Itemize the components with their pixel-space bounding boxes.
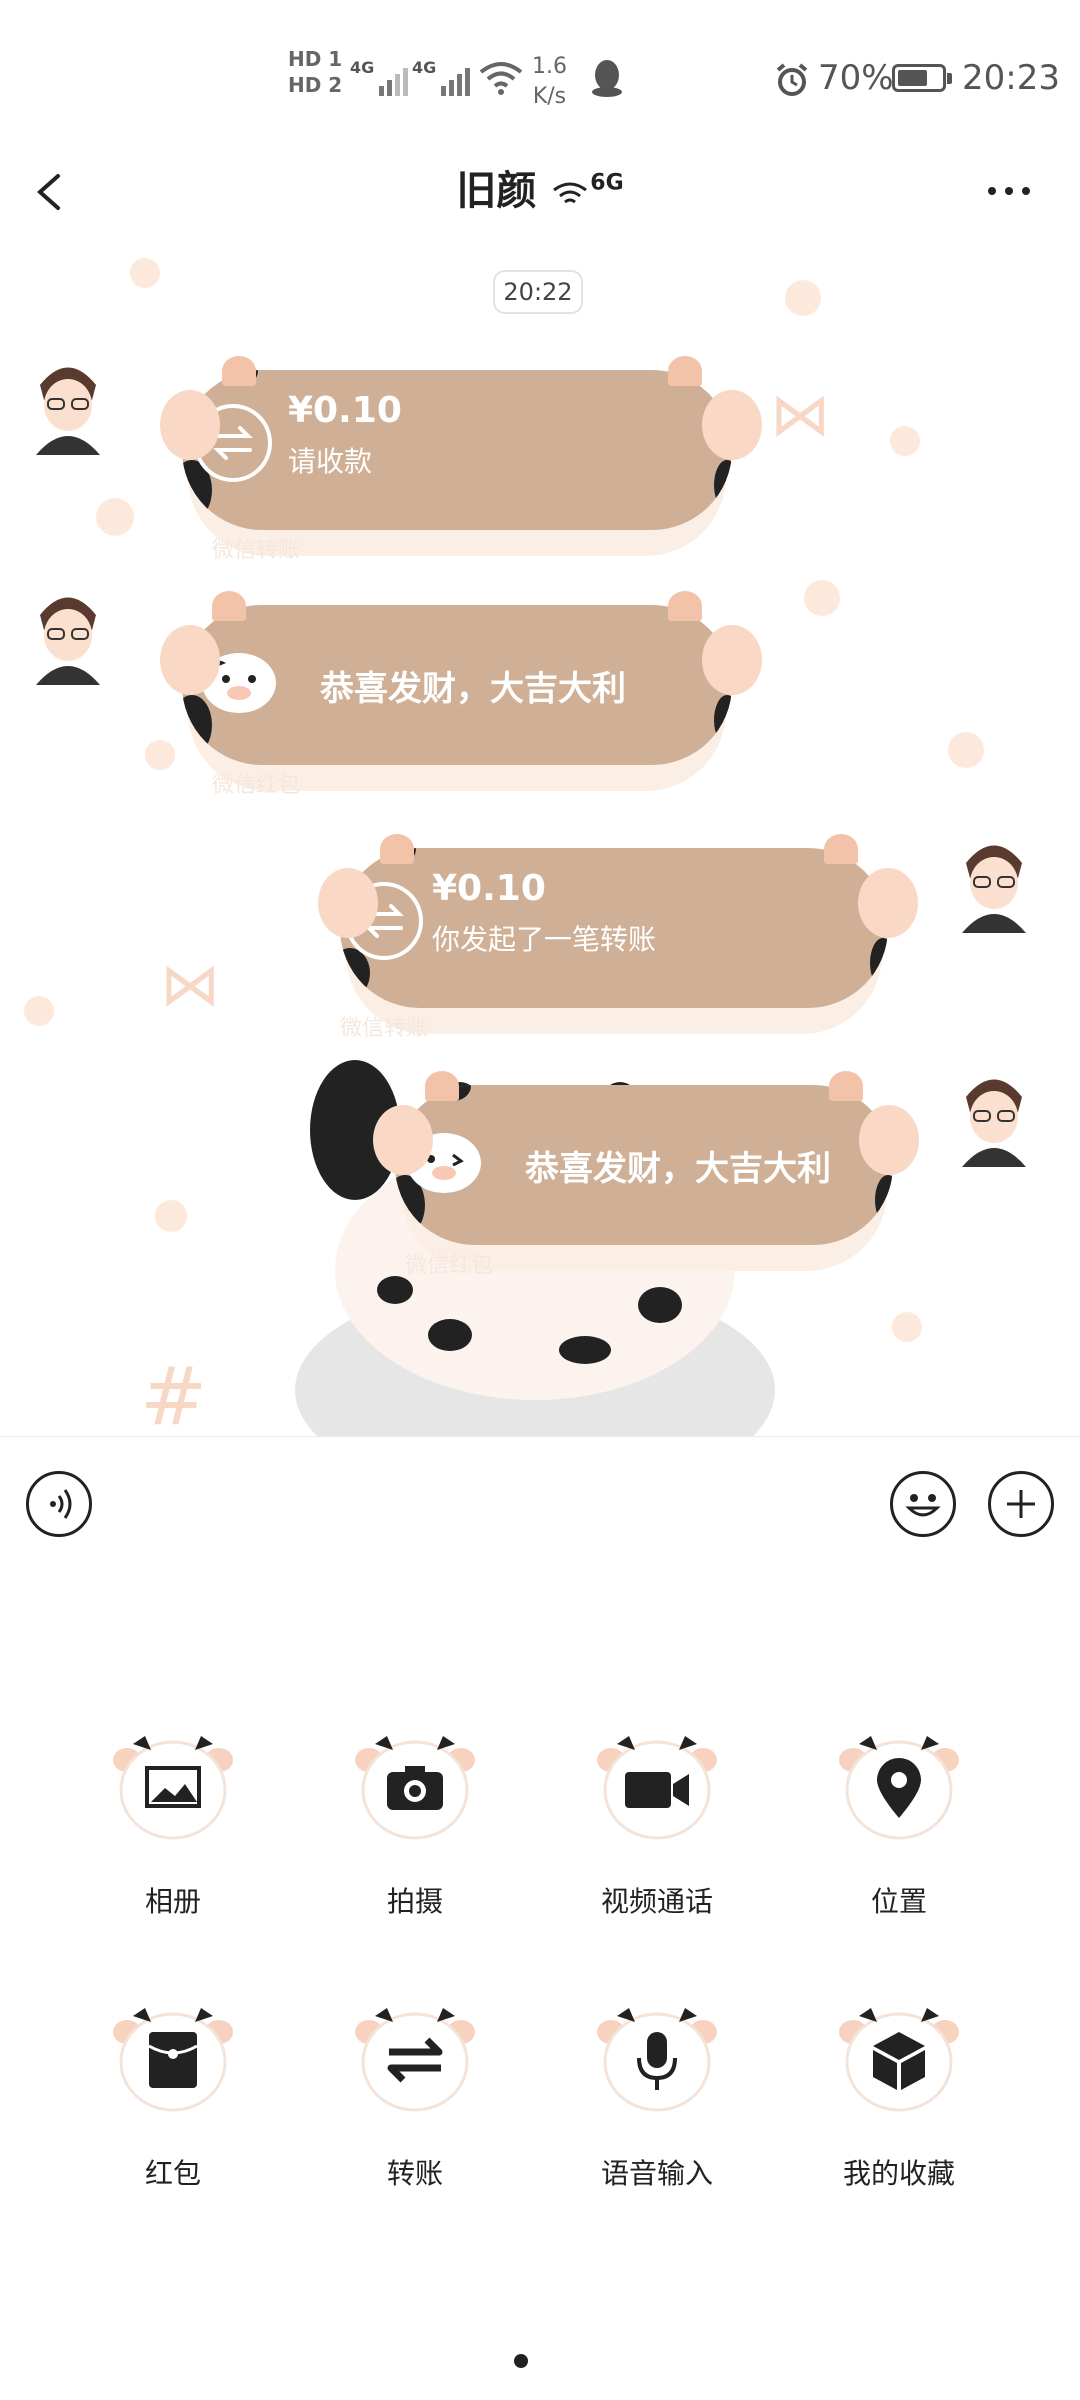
red-packet-greeting: 恭喜发财，大吉大利 — [320, 669, 626, 709]
contact-avatar[interactable] — [30, 585, 106, 685]
clock: 20:23 — [962, 58, 1060, 98]
more-functions-button[interactable] — [988, 1471, 1054, 1537]
status-bar: HD 1 HD 2 4G 4G 1.6 K/s 70% 20:23 — [0, 0, 1080, 150]
transfer-button[interactable]: 转账 — [310, 2002, 510, 2202]
transfer-status: 请收款 — [288, 445, 373, 478]
message-timestamp: 20:22 — [493, 270, 583, 314]
camera-icon — [355, 1736, 475, 1840]
cube-icon — [839, 2008, 959, 2112]
network-speed: 1.6 K/s — [532, 54, 567, 109]
transfer-amount: ¥0.10 — [432, 868, 546, 909]
decor-dot — [890, 426, 920, 456]
transfer-status: 你发起了一笔转账 — [432, 923, 657, 956]
red-packet-message[interactable]: 恭喜发财，大吉大利 微信红包 — [373, 1071, 919, 1278]
page-indicator-dot[interactable] — [514, 2354, 528, 2368]
voice-toggle-button[interactable] — [26, 1471, 92, 1537]
chat-area[interactable]: ⋈ ⋈ # 20:22 ¥0.10 请收款 微信转账 恭喜发财，大吉大利 微信红… — [0, 240, 1080, 1436]
transfer-message[interactable]: ¥0.10 请收款 微信转账 — [160, 356, 762, 563]
red-packet-greeting: 恭喜发财，大吉大利 — [525, 1149, 831, 1189]
image-icon — [113, 1736, 233, 1840]
battery-percent: 70% — [818, 58, 894, 98]
decor-dot — [804, 580, 840, 616]
signal-icon: 4G — [350, 58, 409, 96]
function-panel: 相册 拍摄 视频通话 位置 红包 转账 语音输入 我的收藏 — [0, 1572, 1080, 2400]
bow-decoration: ⋈ — [770, 380, 830, 450]
alarm-icon — [776, 63, 808, 96]
video-call-button[interactable]: 视频通话 — [552, 1730, 752, 1930]
microphone-icon — [597, 2008, 717, 2112]
red-packet-button[interactable]: 红包 — [68, 2002, 268, 2202]
decor-dot — [130, 258, 160, 288]
more-options-icon[interactable] — [984, 176, 1034, 206]
decor-dot — [145, 740, 175, 770]
plus-icon — [1007, 1490, 1035, 1518]
my-avatar[interactable] — [956, 833, 1032, 933]
voice-wave-icon — [50, 1489, 72, 1519]
qq-icon — [592, 60, 622, 97]
input-bar — [0, 1436, 1080, 1575]
transfer-footer: 微信转账 — [340, 1016, 429, 1041]
favorites-button[interactable]: 我的收藏 — [794, 2002, 994, 2202]
my-avatar[interactable] — [956, 1067, 1032, 1167]
bow-decoration: ⋈ — [160, 950, 220, 1020]
red-packet-message[interactable]: 恭喜发财，大吉大利 微信红包 — [160, 591, 762, 798]
chat-header: 旧颜 6G — [0, 150, 1080, 241]
video-icon — [597, 1736, 717, 1840]
decor-dot — [24, 996, 54, 1026]
album-button[interactable]: 相册 — [68, 1730, 268, 1930]
red-packet-footer: 微信红包 — [212, 773, 301, 798]
transfer-amount: ¥0.10 — [288, 390, 402, 431]
hd-indicator: HD 1 HD 2 — [288, 47, 343, 97]
voice-input-button[interactable]: 语音输入 — [552, 2002, 752, 2202]
location-button[interactable]: 位置 — [794, 1730, 994, 1930]
signal-icon: 4G — [412, 58, 471, 96]
decor-dot — [96, 498, 134, 536]
red-packet-icon — [113, 2008, 233, 2112]
hash-decoration: # — [140, 1350, 208, 1436]
camera-button[interactable]: 拍摄 — [310, 1730, 510, 1930]
emoji-button[interactable] — [890, 1471, 956, 1537]
contact-avatar[interactable] — [30, 355, 106, 455]
location-pin-icon — [839, 1736, 959, 1840]
transfer-message[interactable]: ¥0.10 你发起了一笔转账 微信转账 — [318, 834, 918, 1041]
red-packet-footer: 微信红包 — [405, 1253, 494, 1278]
decor-dot — [948, 732, 984, 768]
battery-icon — [892, 64, 952, 92]
wifi-icon — [479, 62, 523, 95]
chat-title: 旧颜 6G — [456, 168, 624, 214]
transfer-footer: 微信转账 — [212, 538, 301, 563]
decor-dot — [785, 280, 821, 316]
decor-dot — [155, 1200, 187, 1232]
smiley-icon — [905, 1494, 941, 1517]
decor-dot — [892, 1312, 922, 1342]
wifi-emoji-icon — [553, 182, 588, 204]
transfer-icon — [355, 2008, 475, 2112]
